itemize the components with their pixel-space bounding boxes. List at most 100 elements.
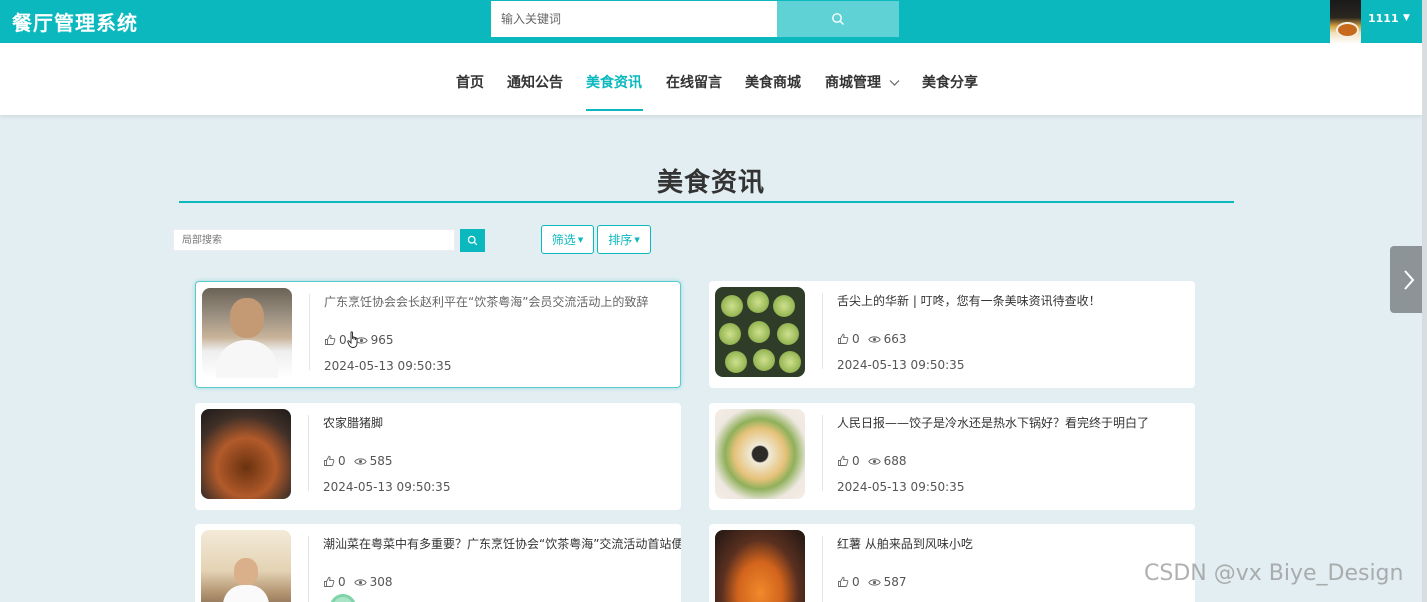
news-title[interactable]: 舌尖上的华新 | 叮咚，您有一条美味资讯待查收！ (837, 292, 1101, 309)
view-count: 308 (369, 575, 393, 589)
like-count: 0 (338, 575, 346, 589)
caret-down-icon[interactable]: ▼ (1403, 13, 1410, 23)
news-card[interactable]: 人民日报——饺子是冷水还是热水下锅好？看完终于明白了 0 688 2024-05… (709, 403, 1195, 510)
nav-item-notices[interactable]: 通知公告 (507, 72, 563, 92)
search-icon (467, 235, 478, 246)
card-divider (822, 415, 823, 491)
page-scrollbar[interactable] (1422, 0, 1427, 602)
thumbs-up-icon[interactable] (837, 455, 849, 467)
view-count: 663 (883, 332, 907, 346)
caret-down-icon: ▼ (577, 235, 584, 244)
card-divider (308, 415, 309, 491)
filter-button-label: 筛选 (551, 233, 576, 247)
news-title[interactable]: 广东烹饪协会会长赵利平在“饮茶粤海”会员交流活动上的致辞 (324, 293, 648, 310)
news-thumbnail[interactable] (715, 530, 805, 602)
nav-item-food-news[interactable]: 美食资讯 (586, 72, 642, 92)
news-title[interactable]: 红薯 从舶来品到风味小吃 (837, 535, 973, 552)
view-count: 587 (883, 575, 907, 589)
view-stat: 688 (867, 454, 907, 468)
food-item (773, 295, 795, 317)
user-avatar[interactable] (1330, 0, 1361, 44)
news-card[interactable]: 潮汕菜在粤菜中有多重要？广东烹饪协会“饮茶粤海”交流活动首站便 0 308 (195, 524, 681, 602)
card-divider (822, 293, 823, 369)
food-item (779, 351, 801, 373)
username[interactable]: 1111 (1368, 12, 1399, 25)
view-count: 688 (883, 454, 907, 468)
news-title[interactable]: 农家腊猪脚 (323, 414, 383, 431)
eye-icon (867, 457, 881, 465)
food-item (747, 291, 769, 313)
news-thumbnail[interactable] (201, 409, 291, 499)
main-nav: 首页 通知公告 美食资讯 在线留言 美食商城 商城管理 美食分享 (0, 43, 1422, 115)
chevron-down-icon (889, 80, 900, 86)
food-item (725, 351, 747, 373)
news-thumbnail[interactable] (202, 288, 292, 378)
nav-item-food-mall[interactable]: 美食商城 (745, 72, 801, 92)
news-meta: 0 308 (323, 575, 393, 589)
filter-button[interactable]: 筛选 ▼ (541, 225, 594, 254)
view-stat: 587 (867, 575, 907, 589)
news-meta: 0 663 (837, 332, 907, 346)
nav-item-home[interactable]: 首页 (456, 72, 484, 92)
nav-item-food-share[interactable]: 美食分享 (922, 72, 978, 92)
local-search-input[interactable] (173, 229, 455, 251)
news-thumbnail[interactable] (715, 287, 805, 377)
food-item (753, 349, 775, 371)
news-title[interactable]: 人民日报——饺子是冷水还是热水下锅好？看完终于明白了 (837, 414, 1149, 431)
search-icon (832, 13, 844, 25)
like-count: 0 (852, 454, 860, 468)
watermark: CSDN @vx Biye_Design (1144, 561, 1404, 586)
news-date: 2024-05-13 09:50:35 (837, 480, 965, 494)
view-count: 965 (370, 333, 394, 347)
nav-item-mall-management[interactable]: 商城管理 (825, 72, 900, 92)
news-thumbnail[interactable] (715, 409, 805, 499)
title-divider (179, 201, 1234, 203)
thumbs-up-icon[interactable] (324, 334, 336, 346)
food-item (777, 323, 799, 345)
like-count: 0 (338, 454, 346, 468)
view-count: 585 (369, 454, 393, 468)
news-thumbnail[interactable] (201, 530, 291, 602)
food-item (748, 321, 770, 343)
eye-icon (867, 335, 881, 343)
news-meta: 0 587 (837, 575, 907, 589)
global-search-input[interactable] (491, 1, 777, 37)
nav-item-mall-management-label: 商城管理 (825, 75, 881, 91)
news-meta: 0 585 (323, 454, 393, 468)
news-date: 2024-05-13 09:50:35 (324, 359, 452, 373)
news-card[interactable]: 红薯 从舶来品到风味小吃 0 587 (709, 524, 1195, 602)
page-title: 美食资讯 (656, 168, 765, 198)
news-card[interactable]: 农家腊猪脚 0 585 2024-05-13 09:50:35 (195, 403, 681, 510)
like-count: 0 (852, 575, 860, 589)
top-header: 餐厅管理系统 1111 ▼ (0, 0, 1427, 44)
news-card[interactable]: 广东烹饪协会会长赵利平在“饮茶粤海”会员交流活动上的致辞 0 965 2024-… (195, 281, 681, 388)
food-item (719, 323, 741, 345)
card-divider (822, 536, 823, 602)
eye-icon (867, 578, 881, 586)
hand-cursor-icon (347, 331, 358, 348)
news-card[interactable]: 舌尖上的华新 | 叮咚，您有一条美味资讯待查收！ 0 663 2024-05-1… (709, 281, 1195, 388)
global-search (491, 1, 899, 37)
thumbs-up-icon[interactable] (837, 333, 849, 345)
eye-icon (353, 457, 367, 465)
news-date: 2024-05-13 09:50:35 (323, 480, 451, 494)
chevron-right-icon (1403, 269, 1414, 290)
card-divider (309, 294, 310, 370)
thumbs-up-icon[interactable] (837, 576, 849, 588)
thumbs-up-icon[interactable] (323, 455, 335, 467)
view-stat: 585 (353, 454, 393, 468)
eye-icon (353, 578, 367, 586)
view-stat: 308 (353, 575, 393, 589)
nav-item-messages[interactable]: 在线留言 (666, 72, 722, 92)
global-search-button[interactable] (777, 1, 899, 37)
nav-active-indicator (586, 109, 643, 111)
sort-button[interactable]: 排序 ▼ (597, 225, 651, 254)
sort-button-label: 排序 (608, 233, 633, 247)
news-meta: 0 688 (837, 454, 907, 468)
news-title[interactable]: 潮汕菜在粤菜中有多重要？广东烹饪协会“饮茶粤海”交流活动首站便 (323, 535, 681, 552)
thumbs-up-icon[interactable] (323, 576, 335, 588)
like-count: 0 (339, 333, 347, 347)
caret-down-icon: ▼ (634, 235, 640, 244)
local-search-button[interactable] (460, 229, 485, 252)
food-item (721, 295, 743, 317)
